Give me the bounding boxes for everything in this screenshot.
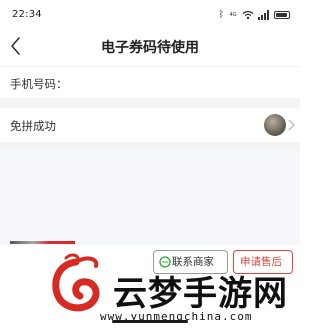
nav-bar: 电子券码待使用	[0, 26, 300, 66]
bluetooth-icon: ᛒ	[218, 10, 224, 20]
status-bar: 22:34 ᛒ 4G	[0, 0, 300, 26]
action-row: 联系商家 申请售后	[0, 250, 300, 280]
avatar	[264, 114, 286, 136]
status-icons: ᛒ 4G	[219, 9, 290, 21]
section-divider	[0, 98, 300, 108]
chat-icon	[159, 256, 171, 268]
after-sale-label: 申请售后	[240, 256, 282, 268]
page-title: 电子券码待使用	[101, 40, 199, 56]
phone-row: 手机号码：	[0, 66, 300, 99]
battery-icon	[274, 11, 290, 19]
section-divider	[0, 142, 300, 150]
network-badge: 4G	[229, 11, 237, 18]
home-indicator[interactable]	[112, 320, 188, 323]
status-time: 22:34	[12, 9, 42, 20]
contact-merchant-button[interactable]: 联系商家	[153, 250, 228, 274]
group-status-label: 免拼成功	[10, 119, 56, 133]
phone-label: 手机号码：	[10, 77, 68, 91]
group-status-row[interactable]: 免拼成功	[0, 108, 300, 142]
image-strip	[10, 241, 75, 244]
chevron-right-icon	[288, 119, 295, 131]
contact-merchant-label: 联系商家	[172, 256, 214, 268]
after-sale-button[interactable]: 申请售后	[233, 250, 293, 274]
wifi-icon	[242, 10, 254, 20]
voucher-content-area	[0, 150, 300, 245]
signal-icon	[258, 10, 269, 20]
